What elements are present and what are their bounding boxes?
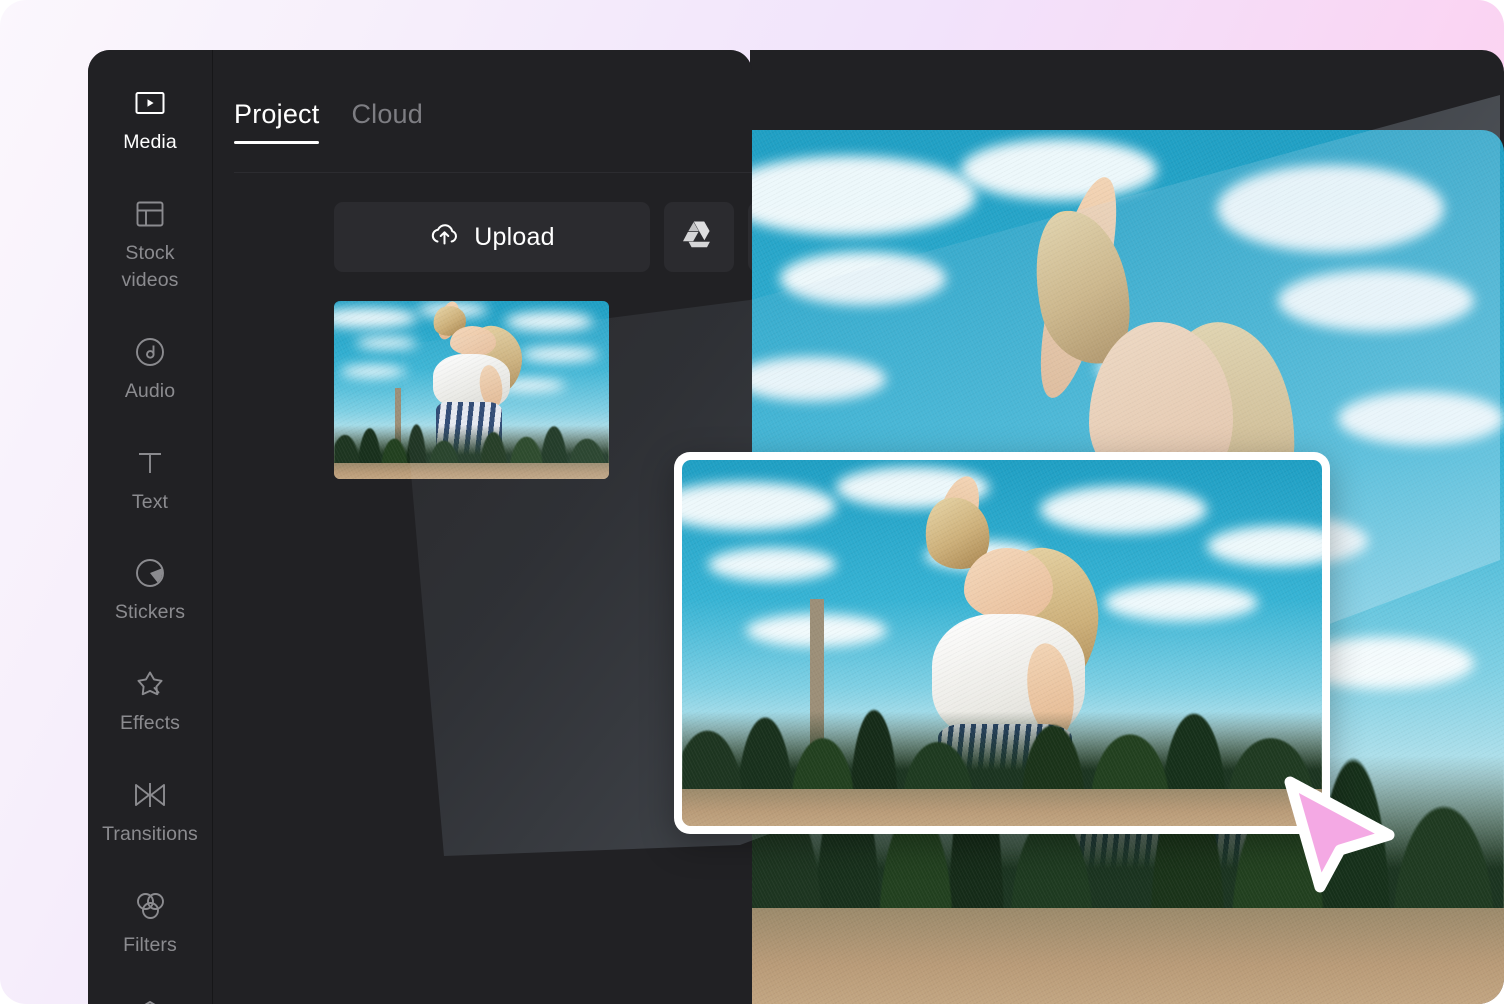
sidebar-item-label: Stickers xyxy=(114,601,186,624)
upload-button-label: Upload xyxy=(474,222,555,251)
sidebar-item-transitions[interactable]: Transitions xyxy=(88,778,213,849)
sidebar-item-text[interactable]: Text xyxy=(88,446,213,517)
google-drive-icon xyxy=(683,220,715,254)
drag-preview-photo xyxy=(682,460,1322,826)
effects-star-icon xyxy=(133,667,167,701)
media-thumbnail-item[interactable] xyxy=(334,301,609,479)
tool-sidebar: Media Stock videos Audio Text Stickers E… xyxy=(88,50,213,1004)
stickers-circle-icon xyxy=(133,556,167,590)
sidebar-item-label: Stock videos xyxy=(121,241,179,292)
media-tabs: Project Cloud xyxy=(234,72,423,144)
filters-rings-icon xyxy=(133,889,167,923)
sidebar-item-label: Audio xyxy=(124,380,176,403)
sidebar-item-label: Text xyxy=(131,490,169,513)
media-player-icon xyxy=(133,86,167,120)
tab-cloud[interactable]: Cloud xyxy=(351,99,423,144)
cloud-upload-icon xyxy=(429,222,459,253)
cube-3d-icon xyxy=(133,999,167,1004)
sidebar-item-effects[interactable]: Effects xyxy=(88,667,213,738)
media-panel: Project Cloud Upload xyxy=(214,50,752,1004)
sidebar-item-media[interactable]: Media xyxy=(88,86,213,157)
sidebar-item-stock-videos[interactable]: Stock videos xyxy=(88,197,213,295)
tab-project[interactable]: Project xyxy=(234,99,320,144)
sidebar-item-stickers[interactable]: Stickers xyxy=(88,556,213,627)
tabs-divider xyxy=(234,172,752,173)
editor-left-panel: Media Stock videos Audio Text Stickers E… xyxy=(88,50,752,1004)
sidebar-item-filters[interactable]: Filters xyxy=(88,889,213,960)
audio-note-icon xyxy=(133,335,167,369)
sidebar-item-elements[interactable] xyxy=(88,999,213,1004)
text-t-icon xyxy=(133,446,167,480)
drag-preview-frame[interactable] xyxy=(674,452,1330,834)
upload-row: Upload xyxy=(334,202,752,272)
transitions-bowtie-icon xyxy=(133,778,167,812)
dropbox-button[interactable] xyxy=(748,202,752,272)
dirt-road xyxy=(750,907,1504,1004)
app-stage: Media Stock videos Audio Text Stickers E… xyxy=(0,0,1504,1004)
sidebar-item-label: Transitions xyxy=(102,822,198,845)
stock-videos-icon xyxy=(133,197,167,231)
upload-button[interactable]: Upload xyxy=(334,202,650,272)
sidebar-item-label: Filters xyxy=(123,933,177,956)
google-drive-button[interactable] xyxy=(664,202,734,272)
sidebar-item-label: Media xyxy=(123,131,177,153)
sidebar-item-label: Effects xyxy=(120,712,180,735)
video-thumbnail xyxy=(334,301,609,479)
sidebar-item-audio[interactable]: Audio xyxy=(88,335,213,406)
